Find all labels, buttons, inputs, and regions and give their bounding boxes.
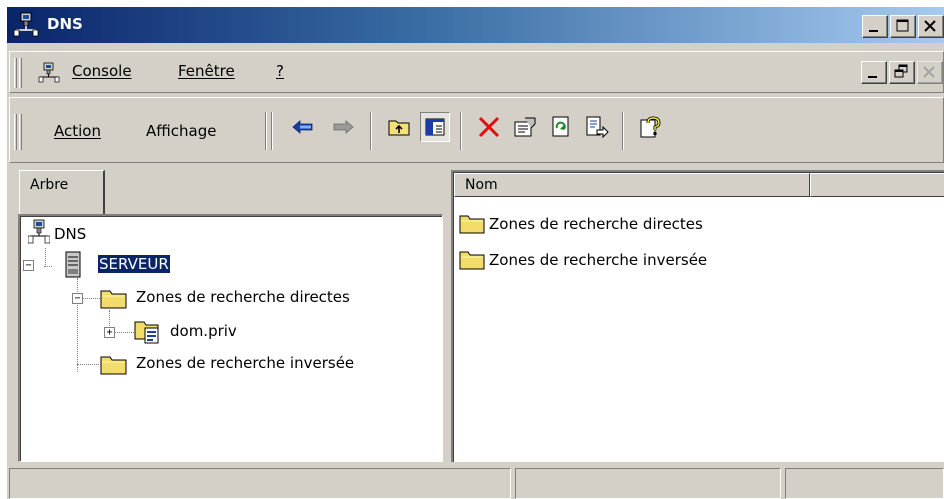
collapse-button[interactable]: − [72, 293, 83, 304]
expand-button[interactable]: + [104, 327, 115, 338]
menu-console[interactable]: Console [72, 62, 132, 80]
menu-help[interactable]: ? [276, 62, 284, 80]
forward-button[interactable] [328, 112, 358, 142]
export-list-icon [586, 116, 609, 138]
close-button[interactable] [918, 15, 944, 38]
list-item[interactable]: Zones de recherche inversée [459, 248, 707, 272]
tree-node-reverse-zones[interactable]: Zones de recherche inversée [136, 354, 354, 372]
tree-line [45, 248, 46, 267]
tree-line [82, 298, 100, 299]
list-item[interactable]: Zones de recherche directes [459, 212, 703, 236]
up-one-level-button[interactable] [384, 112, 414, 142]
list-item-label: Zones de recherche inversée [489, 251, 708, 269]
tree-line [44, 266, 52, 267]
list-item-label: Zones de recherche directes [489, 215, 703, 233]
title-bar[interactable]: DNS [7, 7, 944, 43]
minimize-button[interactable] [862, 15, 888, 38]
toolbar-separator [460, 112, 462, 150]
mmc-window: DNS Console Fenêtre ? Action Affichage A… [7, 7, 944, 499]
minimize-icon [868, 76, 877, 78]
menu-grip-2 [19, 58, 22, 88]
column-header-name[interactable]: Nom [454, 173, 810, 197]
tree-line [114, 332, 136, 333]
back-button[interactable] [288, 112, 318, 142]
menu-window[interactable]: Fenêtre [178, 62, 235, 80]
folder-icon [459, 215, 485, 234]
maximize-button[interactable] [890, 15, 916, 38]
collapse-button[interactable]: − [23, 260, 34, 271]
server-icon [65, 251, 81, 278]
column-header-name-label: Nom [465, 177, 498, 193]
refresh-icon [552, 116, 569, 137]
tree-line [77, 364, 99, 365]
dns-console-icon [13, 12, 39, 37]
toolbar-separator [271, 112, 273, 150]
close-icon [923, 66, 935, 78]
close-icon [924, 20, 936, 32]
status-panel-2 [515, 468, 781, 499]
toolbar-grip[interactable] [14, 114, 17, 150]
console-menu-icon[interactable] [38, 62, 60, 84]
up-folder-icon [388, 120, 410, 136]
maximize-icon [896, 19, 909, 32]
help-button[interactable] [636, 112, 666, 142]
caption-buttons [860, 15, 944, 38]
child-window-buttons [859, 61, 943, 84]
delete-icon [478, 116, 500, 138]
toolbar: Action Affichage [9, 97, 944, 163]
menu-grip[interactable] [14, 58, 17, 88]
child-minimize-button[interactable] [861, 61, 887, 84]
tree-node-dom-priv[interactable]: dom.priv [170, 322, 237, 340]
menu-bar: Console Fenêtre ? [9, 51, 944, 93]
properties-icon [514, 117, 536, 137]
toolbar-separator [265, 112, 267, 150]
tree-node-forward-zones[interactable]: Zones de recherche directes [136, 288, 350, 306]
minimize-icon [869, 30, 878, 32]
show-tree-icon [425, 118, 445, 136]
column-header-empty[interactable] [810, 173, 944, 197]
export-list-button[interactable] [582, 112, 612, 142]
console-tree: DNS − SERVEUR − Zones de recherche direc… [18, 214, 443, 462]
zone-icon [134, 321, 159, 344]
view-menu[interactable]: Affichage [146, 122, 216, 140]
details-list: Nom Zones de recherche directes Zones de… [451, 170, 944, 462]
dns-console-icon [28, 219, 50, 244]
help-icon [640, 116, 661, 138]
folder-icon [459, 251, 485, 270]
status-panel-1 [9, 468, 511, 499]
action-menu[interactable]: Action [54, 122, 101, 140]
properties-button[interactable] [510, 112, 540, 142]
tab-tree[interactable]: Arbre [19, 170, 105, 214]
child-close-button[interactable] [917, 61, 943, 84]
toolbar-grip-2 [19, 114, 22, 150]
tree-node-dns[interactable]: DNS [54, 225, 86, 243]
window-title: DNS [47, 15, 83, 33]
forward-arrow-icon [333, 120, 354, 134]
delete-button[interactable] [474, 112, 504, 142]
refresh-button[interactable] [546, 112, 576, 142]
tab-tree-label: Arbre [30, 177, 69, 193]
tree-node-server[interactable]: SERVEUR [97, 254, 171, 274]
toolbar-separator [370, 112, 372, 150]
child-restore-button[interactable] [889, 61, 915, 84]
folder-icon [100, 290, 127, 309]
restore-icon [894, 64, 908, 78]
status-panel-3 [785, 468, 944, 499]
back-arrow-icon [292, 120, 313, 134]
show-hide-tree-button[interactable] [420, 112, 450, 142]
toolbar-separator [622, 112, 624, 150]
folder-icon [100, 356, 127, 375]
